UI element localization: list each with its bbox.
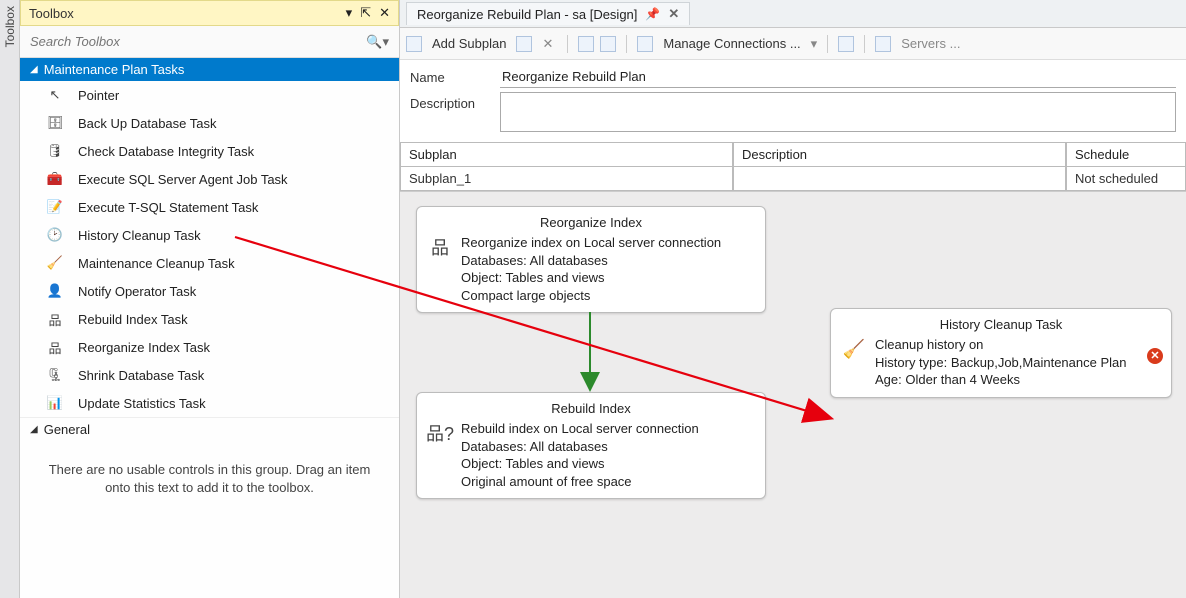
group-tasks-header[interactable]: ◢ Maintenance Plan Tasks [20,58,399,81]
node-body: Reorganize index on Local server connect… [461,234,721,304]
cell-description [733,167,1066,191]
side-toolbox-tab[interactable]: Toolbox [0,0,20,598]
pointer-icon: ↖ [46,86,64,104]
tsql-icon: 📝 [46,198,64,216]
servers-button[interactable]: Servers ... [897,34,964,53]
task-maintenance-cleanup[interactable]: 🧹Maintenance Cleanup Task [20,249,399,277]
task-exec-agent-job[interactable]: 🧰Execute SQL Server Agent Job Task [20,165,399,193]
node-body: Cleanup history on History type: Backup,… [875,336,1126,389]
subplan-grid: Subplan Description Schedule Subplan_1 N… [400,142,1186,191]
history-icon: 🕑 [46,226,64,244]
cell-subplan: Subplan_1 [400,167,733,191]
db-icon: 🛢 [46,142,64,160]
col-schedule[interactable]: Schedule [1066,143,1186,167]
backup-icon: 🗄 [46,114,64,132]
description-label: Description [410,92,500,111]
task-check-db-integrity[interactable]: 🛢Check Database Integrity Task [20,137,399,165]
designer-panel: Reorganize Rebuild Plan - sa [Design] 📌 … [400,0,1186,598]
manage-connections-button[interactable]: Manage Connections ... [659,34,804,53]
history-cleanup-icon: 🧹 [841,336,867,362]
node-title: Rebuild Index [427,401,755,416]
task-backup-db[interactable]: 🗄Back Up Database Task [20,109,399,137]
cell-schedule: Not scheduled [1066,167,1186,191]
document-tab[interactable]: Reorganize Rebuild Plan - sa [Design] 📌 … [406,2,690,25]
search-icon[interactable]: 🔍▾ [362,34,393,50]
node-body: Rebuild index on Local server connection… [461,420,699,490]
node-reorganize-index[interactable]: Reorganize Index 品 Reorganize index on L… [416,206,766,313]
reorg-icon: 品 [46,338,64,356]
group-tasks-label: Maintenance Plan Tasks [44,62,185,77]
job-icon: 🧰 [46,170,64,188]
task-history-cleanup[interactable]: 🕑History Cleanup Task [20,221,399,249]
node-error-icon[interactable]: ✕ [1147,348,1163,364]
task-update-stats[interactable]: 📊Update Statistics Task [20,389,399,417]
node-history-cleanup[interactable]: History Cleanup Task 🧹 Cleanup history o… [830,308,1172,398]
broom-icon: 🧹 [46,254,64,272]
reorganize-index-icon: 品 [427,234,453,260]
delete-icon: ✕ [538,34,557,54]
task-exec-tsql[interactable]: 📝Execute T-SQL Statement Task [20,193,399,221]
group-general-label: General [44,422,90,437]
calendar-remove-icon[interactable] [600,36,616,52]
task-shrink-db[interactable]: 🗜Shrink Database Task [20,361,399,389]
description-field[interactable] [500,92,1176,132]
node-rebuild-index[interactable]: Rebuild Index 品? Rebuild index on Local … [416,392,766,499]
designer-toolbar: Add Subplan ✕ Manage Connections ... ▾ S… [400,28,1186,60]
plan-properties: Name Reorganize Rebuild Plan Description [400,60,1186,142]
connections-icon [637,36,653,52]
add-subplan-button[interactable]: Add Subplan [428,34,510,53]
table-row[interactable]: Subplan_1 Not scheduled [400,167,1186,191]
toolbox-search: 🔍▾ [20,26,399,58]
chevron-down-icon: ◢ [30,64,38,75]
stats-icon: 📊 [46,394,64,412]
chevron-down-icon: ◢ [30,424,38,435]
node-title: History Cleanup Task [841,317,1161,332]
rebuild-icon: 品 [46,310,64,328]
rebuild-index-icon: 品? [427,420,453,446]
group-general-empty: There are no usable controls in this gro… [20,441,399,517]
log-icon[interactable] [838,36,854,52]
toolbox-title: Toolbox [29,6,74,21]
close-icon[interactable]: ✕ [668,6,679,22]
col-description[interactable]: Description [733,143,1066,167]
name-field[interactable]: Reorganize Rebuild Plan [500,66,1176,88]
pin-icon[interactable]: ⇱ [360,5,371,21]
notify-icon: 👤 [46,282,64,300]
dropdown-icon[interactable]: ▾ [346,5,353,21]
task-rebuild-index[interactable]: 品Rebuild Index Task [20,305,399,333]
subplan-icon [406,36,422,52]
shrink-icon: 🗜 [46,366,64,384]
close-icon[interactable]: ✕ [379,5,390,21]
name-label: Name [410,66,500,85]
task-reorganize-index[interactable]: 品Reorganize Index Task [20,333,399,361]
toolbox-panel: Toolbox ▾ ⇱ ✕ 🔍▾ ◢ Maintenance Plan Task… [20,0,400,598]
group-general-header[interactable]: ◢ General [20,417,399,441]
servers-icon [875,36,891,52]
search-input[interactable] [26,30,362,53]
task-list: ↖Pointer 🗄Back Up Database Task 🛢Check D… [20,81,399,417]
design-canvas[interactable]: Reorganize Index 品 Reorganize index on L… [400,191,1186,598]
document-tab-title: Reorganize Rebuild Plan - sa [Design] [417,7,637,22]
edit-icon[interactable] [516,36,532,52]
task-pointer[interactable]: ↖Pointer [20,81,399,109]
task-notify-operator[interactable]: 👤Notify Operator Task [20,277,399,305]
calendar-icon[interactable] [578,36,594,52]
node-title: Reorganize Index [427,215,755,230]
toolbox-panel-header: Toolbox ▾ ⇱ ✕ [20,0,399,26]
col-subplan[interactable]: Subplan [400,143,733,167]
pin-icon[interactable]: 📌 [645,7,660,21]
document-tab-strip: Reorganize Rebuild Plan - sa [Design] 📌 … [400,0,1186,28]
side-toolbox-label: Toolbox [3,6,17,47]
